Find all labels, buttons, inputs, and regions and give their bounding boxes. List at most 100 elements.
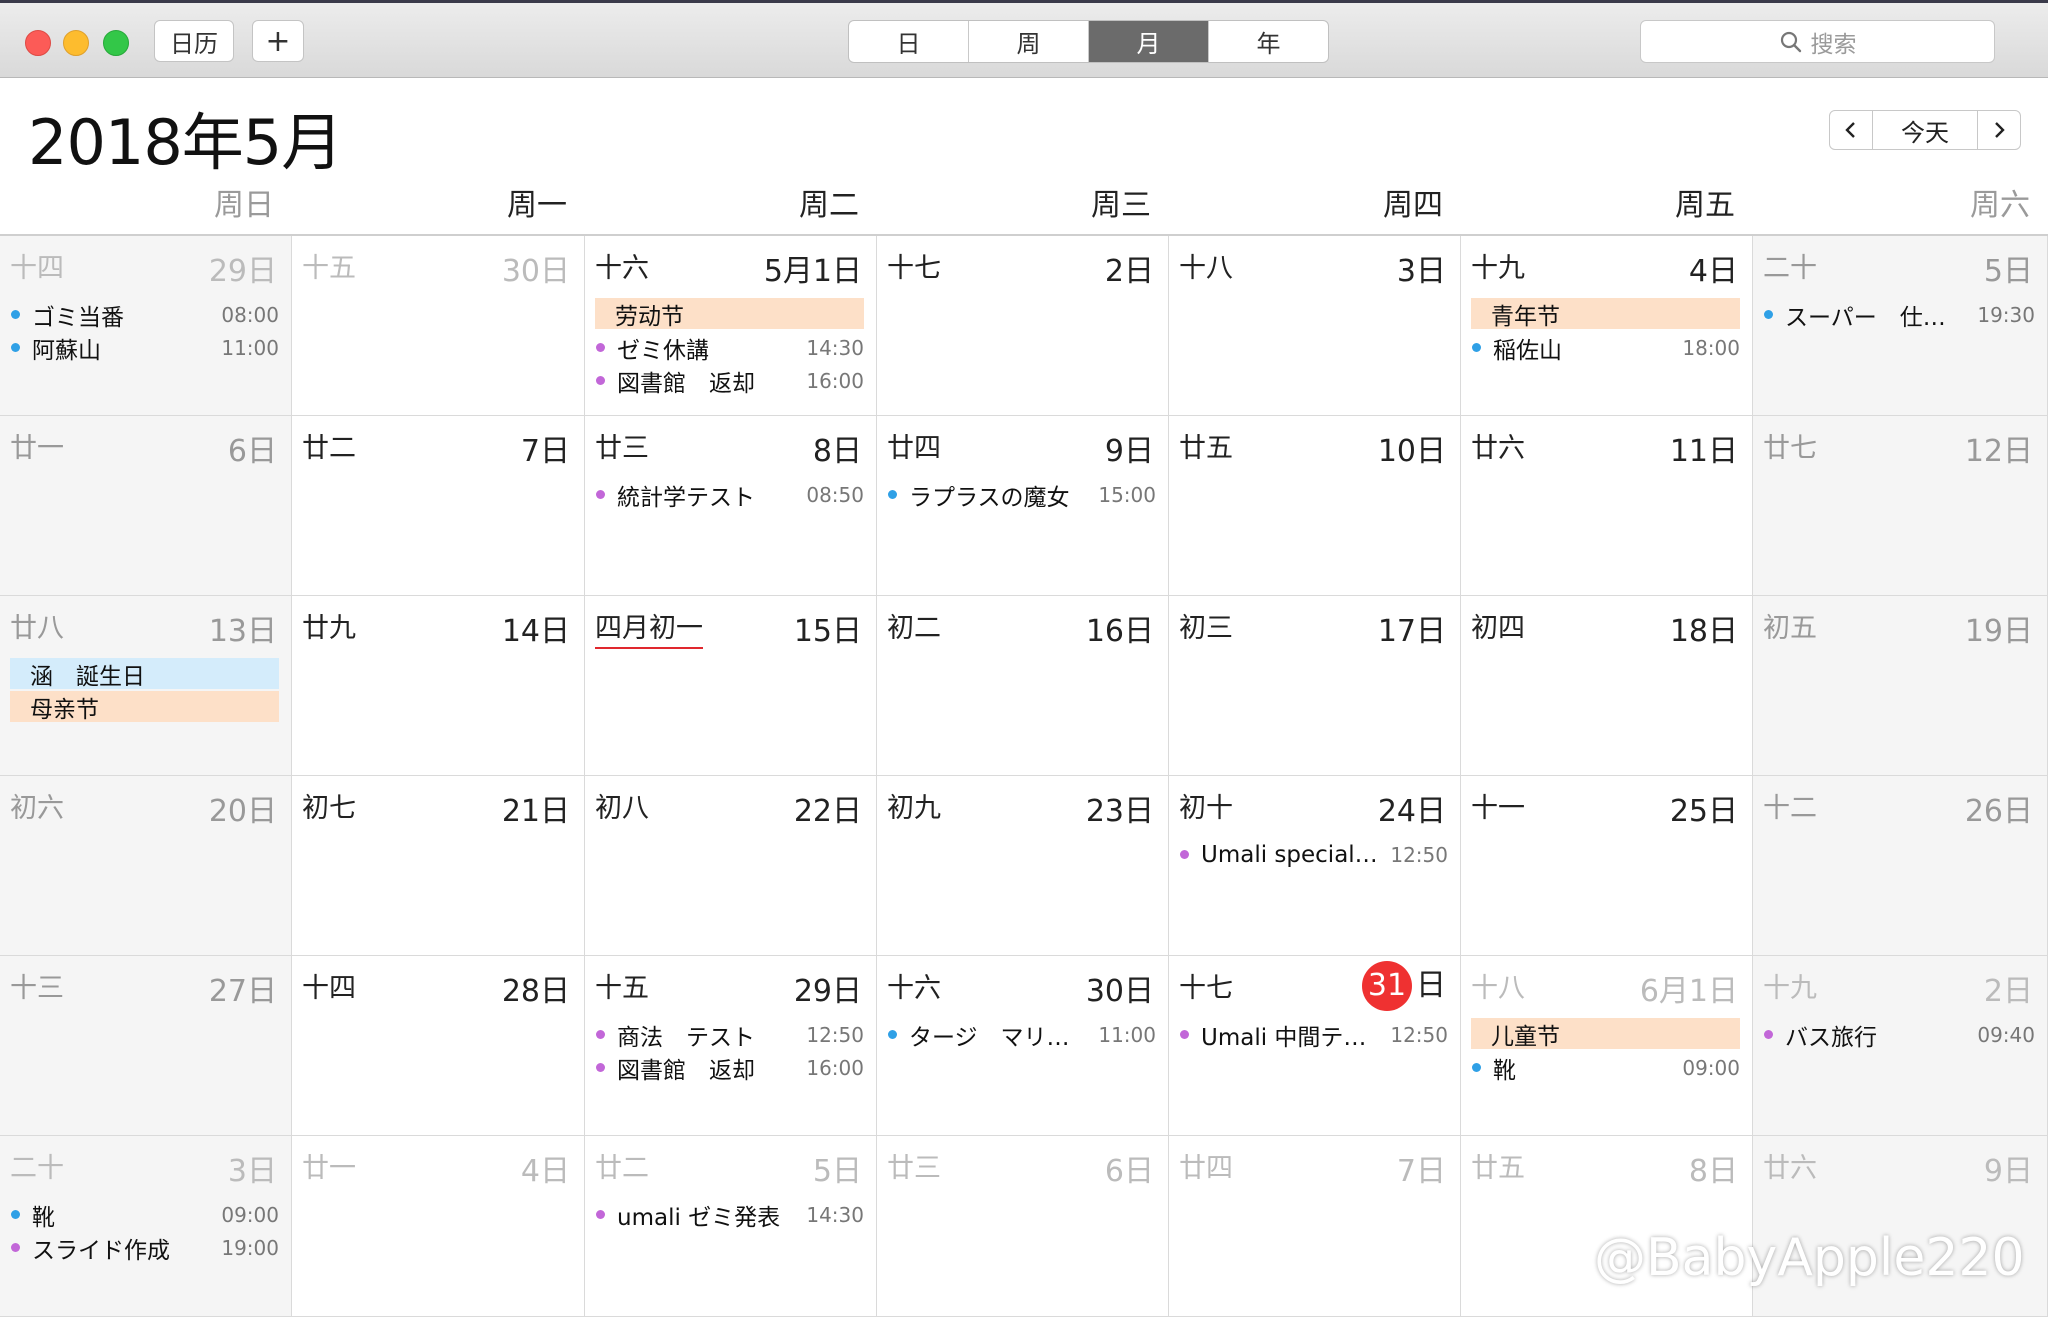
- day-cell[interactable]: 十四 28日: [292, 956, 585, 1136]
- calendar-event[interactable]: Umali special… 12:50: [1179, 838, 1448, 871]
- calendars-button[interactable]: 日历: [154, 20, 234, 62]
- day-number: 7日: [1396, 1154, 1446, 1189]
- holiday-event[interactable]: 青年节: [1471, 298, 1740, 330]
- day-cell[interactable]: 十九 4日 青年节 稲佐山 18:00: [1461, 236, 1753, 416]
- minimize-window-button[interactable]: [63, 30, 89, 56]
- day-cell[interactable]: 廿五 8日: [1461, 1136, 1753, 1317]
- day-cell[interactable]: 廿八 13日涵 誕生日 母亲节: [0, 596, 292, 776]
- day-cell[interactable]: 初四 18日: [1461, 596, 1753, 776]
- day-cell[interactable]: 初六 20日: [0, 776, 292, 956]
- day-cell[interactable]: 初三 17日: [1169, 596, 1461, 776]
- day-cell[interactable]: 十八 6月1日 儿童节靴 09:00: [1461, 956, 1753, 1136]
- lunar-date: 十二: [1763, 793, 1817, 824]
- search-field[interactable]: 搜索: [1640, 20, 1995, 63]
- calendar-event[interactable]: Umali 中間テ… 12:50: [1179, 1018, 1448, 1051]
- calendar-event[interactable]: スーパー 仕… 19:30: [1763, 298, 2035, 331]
- previous-month-button[interactable]: [1829, 110, 1873, 150]
- lunar-date: 四月初一: [595, 606, 703, 649]
- day-number: 20日: [208, 794, 277, 829]
- calendar-event[interactable]: ラプラスの魔女 15:00: [887, 478, 1156, 511]
- day-cell[interactable]: 十八 3日: [1169, 236, 1461, 416]
- today-button[interactable]: 今天: [1873, 110, 1977, 150]
- chevron-right-icon: [1995, 122, 2005, 138]
- day-cell[interactable]: 廿四 7日: [1169, 1136, 1461, 1317]
- holiday-event[interactable]: 母亲节: [10, 691, 279, 723]
- day-cell[interactable]: 十三 27日: [0, 956, 292, 1136]
- day-cell[interactable]: 廿三 8日 統計学テスト 08:50: [585, 416, 877, 596]
- view-tab-3[interactable]: 年: [1209, 21, 1328, 62]
- lunar-date: 廿一: [10, 433, 64, 464]
- day-cell[interactable]: 十六 30日 タージ マリ… 11:00: [877, 956, 1169, 1136]
- day-cell[interactable]: 二十 3日靴 09:00 スライド作成 19:00: [0, 1136, 292, 1317]
- day-cell[interactable]: 廿二 7日: [292, 416, 585, 596]
- close-window-button[interactable]: [25, 30, 51, 56]
- day-cell[interactable]: 廿六 9日: [1753, 1136, 2048, 1317]
- calendar-event[interactable]: 靴 09:00: [1471, 1051, 1740, 1084]
- birthday-event[interactable]: 涵 誕生日: [10, 658, 279, 690]
- calendar-event[interactable]: umali ゼミ発表 14:30: [595, 1198, 864, 1231]
- calendar-event[interactable]: 商法 テスト 12:50: [595, 1018, 864, 1051]
- day-cell[interactable]: 初五 19日: [1753, 596, 2048, 776]
- day-cell[interactable]: 十七 31 日 Umali 中間テ… 12:50: [1169, 956, 1461, 1136]
- zoom-window-button[interactable]: [103, 30, 129, 56]
- day-cell[interactable]: 廿二 5日 umali ゼミ発表 14:30: [585, 1136, 877, 1317]
- next-month-button[interactable]: [1977, 110, 2021, 150]
- day-cell[interactable]: 廿六 11日: [1461, 416, 1753, 596]
- calendar-event[interactable]: 稲佐山 18:00: [1471, 331, 1740, 364]
- event-dot-icon: [888, 1030, 897, 1039]
- day-cell[interactable]: 廿五 10日: [1169, 416, 1461, 596]
- day-cell[interactable]: 初七 21日: [292, 776, 585, 956]
- add-event-button[interactable]: +: [252, 20, 304, 62]
- day-number: 29日: [793, 974, 862, 1009]
- day-cell[interactable]: 二十 5日 スーパー 仕… 19:30: [1753, 236, 2048, 416]
- day-cell[interactable]: 初九 23日: [877, 776, 1169, 956]
- event-title: スーパー 仕…: [1785, 304, 1946, 331]
- day-cell[interactable]: 十一 25日: [1461, 776, 1753, 956]
- calendar-event[interactable]: ゼミ休講 14:30: [595, 331, 864, 364]
- calendar-event[interactable]: ゴミ当番 08:00: [10, 298, 279, 331]
- day-cell[interactable]: 初八 22日: [585, 776, 877, 956]
- event-dot-icon: [11, 1243, 20, 1252]
- event-dot-icon: [1180, 850, 1189, 859]
- holiday-event[interactable]: 儿童节: [1471, 1018, 1740, 1050]
- lunar-date: 十七: [887, 253, 941, 284]
- day-cell[interactable]: 十五 30日: [292, 236, 585, 416]
- day-cell[interactable]: 廿七 12日: [1753, 416, 2048, 596]
- day-number: 27日: [208, 974, 277, 1009]
- holiday-event[interactable]: 劳动节: [595, 298, 864, 330]
- day-cell[interactable]: 廿三 6日: [877, 1136, 1169, 1317]
- calendar-event[interactable]: 靴 09:00: [10, 1198, 279, 1231]
- day-cell[interactable]: 初二 16日: [877, 596, 1169, 776]
- view-tab-1[interactable]: 周: [969, 21, 1089, 62]
- calendar-event[interactable]: スライド作成 19:00: [10, 1231, 279, 1264]
- event-title: ゴミ当番: [32, 304, 124, 331]
- day-cell[interactable]: 廿一 6日: [0, 416, 292, 596]
- calendar-event[interactable]: 統計学テスト 08:50: [595, 478, 864, 511]
- day-cell[interactable]: 四月初一 15日: [585, 596, 877, 776]
- day-cell[interactable]: 廿四 9日 ラプラスの魔女 15:00: [877, 416, 1169, 596]
- event-time: 09:40: [1977, 1022, 2035, 1047]
- day-cell[interactable]: 十二 26日: [1753, 776, 2048, 956]
- view-tab-2[interactable]: 月: [1089, 21, 1209, 62]
- calendar-event[interactable]: 図書館 返却 16:00: [595, 1051, 864, 1084]
- day-cell[interactable]: 十七 2日: [877, 236, 1169, 416]
- day-number: 16日: [1085, 614, 1154, 649]
- lunar-date: 初七: [302, 793, 356, 824]
- day-cell[interactable]: 十五 29日 商法 テスト 12:50 図書館 返却 16:00: [585, 956, 877, 1136]
- view-tab-0[interactable]: 日: [849, 21, 969, 62]
- event-title: 統計学テスト: [617, 484, 755, 511]
- event-time: 19:30: [1977, 302, 2035, 327]
- event-time: 16:00: [806, 368, 864, 393]
- day-cell[interactable]: 廿九 14日: [292, 596, 585, 776]
- day-number: 8日: [812, 434, 862, 469]
- day-cell[interactable]: 初十 24日 Umali special… 12:50: [1169, 776, 1461, 956]
- calendar-event[interactable]: 図書館 返却 16:00: [595, 364, 864, 397]
- day-cell[interactable]: 十六 5月1日 劳动节 ゼミ休講 14:30 図書館 返却 16:00: [585, 236, 877, 416]
- day-cell[interactable]: 十四 29日 ゴミ当番 08:00 阿蘇山 11:00: [0, 236, 292, 416]
- calendar-event[interactable]: 阿蘇山 11:00: [10, 331, 279, 364]
- day-cell[interactable]: 廿一 4日: [292, 1136, 585, 1317]
- calendar-event[interactable]: バス旅行 09:40: [1763, 1018, 2035, 1051]
- day-cell[interactable]: 十九 2日 バス旅行 09:40: [1753, 956, 2048, 1136]
- calendar-event[interactable]: タージ マリ… 11:00: [887, 1018, 1156, 1051]
- event-title: umali ゼミ発表: [617, 1204, 781, 1231]
